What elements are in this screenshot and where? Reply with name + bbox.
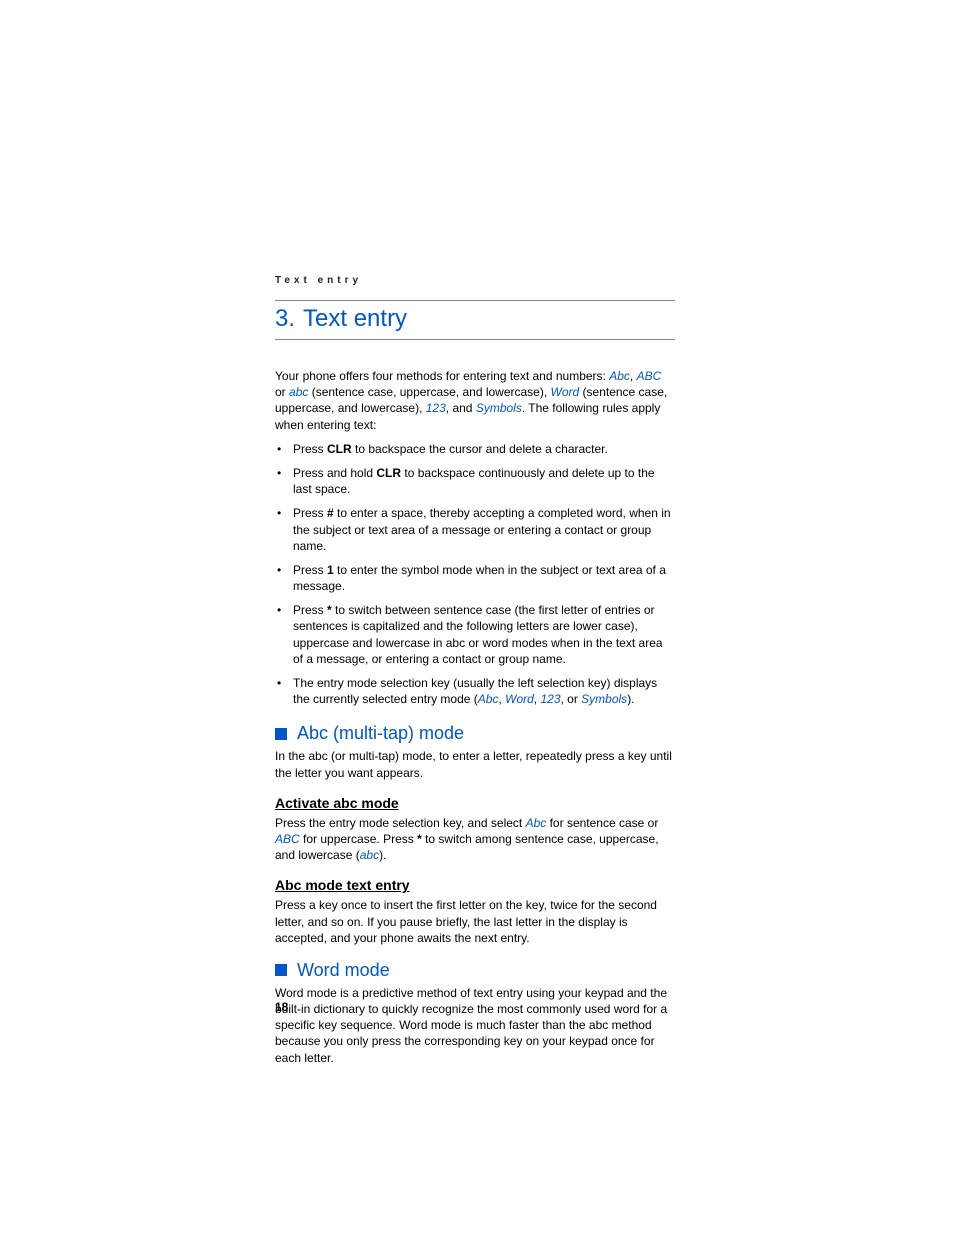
list-item: Press # to enter a space, thereby accept… [293, 505, 675, 554]
mode-abc-link[interactable]: Abc [609, 369, 630, 383]
mode-abc-upper-link[interactable]: ABC [275, 832, 300, 846]
mode-word-link[interactable]: Word [551, 385, 580, 399]
key-hash: # [327, 506, 334, 520]
mode-word-link[interactable]: Word [505, 692, 534, 706]
mode-abc-link[interactable]: Abc [478, 692, 499, 706]
mode-123-link[interactable]: 123 [540, 692, 560, 706]
subhead-abc-entry: Abc mode text entry [275, 877, 675, 893]
chapter-name: Text entry [303, 305, 407, 332]
mode-abc-link[interactable]: Abc [526, 816, 547, 830]
key-clr: CLR [376, 466, 401, 480]
section-abc-body: In the abc (or multi-tap) mode, to enter… [275, 748, 675, 780]
list-item: Press * to switch between sentence case … [293, 602, 675, 667]
section-abc-mode: Abc (multi-tap) mode [275, 723, 675, 744]
mode-symbols-link[interactable]: Symbols [581, 692, 627, 706]
page-number: 18 [275, 1000, 288, 1014]
chapter-title: 3. Text entry [275, 300, 675, 340]
mode-abc-lower-link[interactable]: abc [360, 848, 379, 862]
mode-123-link[interactable]: 123 [426, 401, 446, 415]
running-head: Text entry [275, 275, 675, 286]
page-content: Text entry 3. Text entry Your phone offer… [275, 275, 675, 1072]
mode-abc-upper-link[interactable]: ABC [637, 369, 662, 383]
list-item: Press and hold CLR to backspace continuo… [293, 465, 675, 497]
rules-list: Press CLR to backspace the cursor and de… [275, 441, 675, 708]
section-title: Abc (multi-tap) mode [297, 723, 464, 744]
mode-symbols-link[interactable]: Symbols [476, 401, 522, 415]
list-item: The entry mode selection key (usually th… [293, 675, 675, 707]
intro-paragraph: Your phone offers four methods for enter… [275, 368, 675, 433]
square-bullet-icon [275, 728, 287, 740]
mode-abc-lower-link[interactable]: abc [289, 385, 308, 399]
word-mode-body: Word mode is a predictive method of text… [275, 985, 675, 1066]
abc-entry-body: Press a key once to insert the first let… [275, 897, 675, 946]
square-bullet-icon [275, 964, 287, 976]
list-item: Press 1 to enter the symbol mode when in… [293, 562, 675, 594]
chapter-number: 3. [275, 305, 295, 332]
section-word-mode: Word mode [275, 960, 675, 981]
activate-abc-body: Press the entry mode selection key, and … [275, 815, 675, 864]
key-clr: CLR [327, 442, 352, 456]
list-item: Press CLR to backspace the cursor and de… [293, 441, 675, 457]
section-title: Word mode [297, 960, 390, 981]
key-1: 1 [327, 563, 334, 577]
subhead-activate-abc: Activate abc mode [275, 795, 675, 811]
